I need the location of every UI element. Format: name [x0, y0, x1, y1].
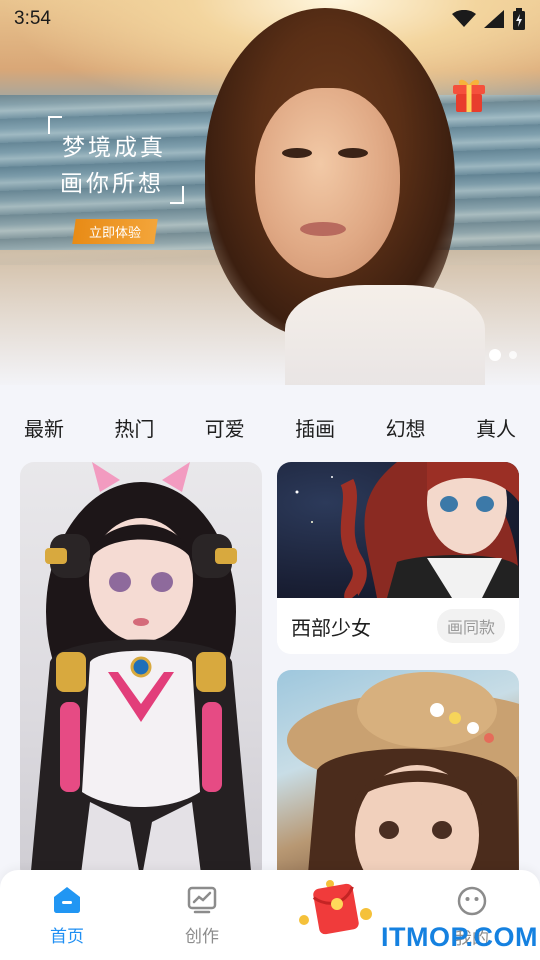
- battery-icon: [513, 8, 525, 30]
- draw-same-button[interactable]: 画同款: [436, 609, 505, 643]
- tab-fantasy[interactable]: 幻想: [386, 405, 426, 449]
- status-time: 3:54: [14, 8, 51, 29]
- artwork-card[interactable]: [277, 670, 519, 885]
- tab-hot[interactable]: 热门: [114, 405, 154, 449]
- face-icon: [457, 886, 487, 916]
- try-now-button[interactable]: 立即体验: [72, 219, 158, 244]
- create-icon: [187, 886, 217, 914]
- status-icons: [452, 8, 526, 30]
- home-icon: [54, 887, 80, 913]
- artwork-image-mecha-girl: [30, 462, 252, 882]
- nav-label-home: 首页: [50, 927, 84, 947]
- red-envelope-icon: [299, 880, 372, 935]
- slogan-bracket-top-left: [48, 116, 62, 134]
- carousel-dot-active[interactable]: [489, 349, 501, 361]
- banner-portrait-shirt: [285, 285, 485, 385]
- carousel-dot[interactable]: [509, 351, 517, 359]
- nav-item-create[interactable]: 创作: [162, 886, 242, 950]
- status-bar: 3:54: [0, 0, 540, 38]
- artwork-card[interactable]: 西部少女 画同款: [277, 462, 519, 654]
- nav-item-home[interactable]: 首页: [27, 886, 107, 950]
- slogan-line-2: 画你所想: [60, 171, 164, 197]
- nav-item-red-envelope[interactable]: [296, 874, 376, 938]
- category-tabs: 最新 热门 可爱 插画 幻想 真人: [0, 405, 540, 449]
- banner-slogan: 梦境成真 画你所想: [48, 116, 184, 204]
- carousel-indicator: [489, 349, 517, 361]
- slogan-bracket-bottom-right: [170, 186, 184, 204]
- tab-illustration[interactable]: 插画: [295, 405, 335, 449]
- banner-portrait-face: [255, 88, 400, 278]
- banner-portrait-eye: [338, 148, 368, 158]
- card-title: 西部少女: [291, 615, 371, 640]
- app-screen: 梦境成真 画你所想 立即体验 3:54 最新 热门 可爱 插画 幻想 真人 西部…: [0, 0, 540, 960]
- slogan-line-1: 梦境成真: [62, 135, 166, 161]
- banner-portrait-eye: [282, 148, 312, 158]
- signal-icon: [484, 10, 504, 28]
- tab-latest[interactable]: 最新: [24, 405, 64, 449]
- try-now-label: 立即体验: [88, 225, 141, 240]
- banner-portrait-lips: [300, 222, 346, 236]
- wifi-icon: [452, 10, 476, 27]
- nav-label-create: 创作: [185, 927, 219, 947]
- tab-real-person[interactable]: 真人: [476, 405, 516, 449]
- watermark: ITMOP.COM: [381, 922, 539, 952]
- hero-banner[interactable]: 梦境成真 画你所想 立即体验: [0, 0, 540, 385]
- tab-cute[interactable]: 可爱: [205, 405, 245, 449]
- artwork-image-straw-hat-girl: [287, 672, 519, 885]
- artwork-card[interactable]: [20, 462, 262, 882]
- card-footer: 西部少女 画同款: [277, 598, 519, 654]
- gift-icon[interactable]: [451, 76, 487, 114]
- western-girl-illustration: [295, 462, 519, 603]
- artwork-image-western-girl: [277, 462, 519, 603]
